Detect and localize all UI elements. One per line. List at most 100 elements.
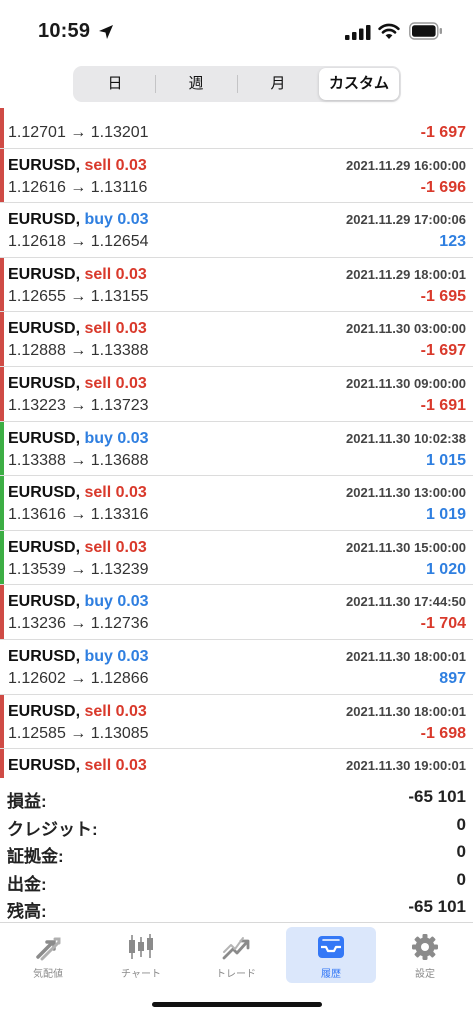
tab-settings[interactable]: 設定 bbox=[380, 927, 470, 983]
trade-side: buy 0.03 bbox=[84, 593, 149, 611]
trade-time: 2021.11.29 16:00:00 bbox=[346, 157, 466, 173]
trade-result-bar bbox=[0, 694, 4, 749]
chart-candles-icon bbox=[129, 934, 153, 959]
trade-side: sell 0.03 bbox=[84, 374, 147, 392]
trade-row[interactable]: EURUSD, sell 0.03 2021.11.30 18:00:01 1.12… bbox=[0, 694, 473, 750]
trade-row[interactable]: EURUSD, sell 0.03 2021.11.30 03:00:00 1.12… bbox=[0, 312, 473, 367]
tab-history[interactable]: 履歴 bbox=[286, 927, 376, 983]
trade-result-bar bbox=[0, 476, 4, 530]
trade-time: 2021.11.30 18:00:01 bbox=[346, 703, 466, 719]
trade-symbol: EURUSD, buy 0.03 bbox=[8, 593, 149, 611]
wifi-icon bbox=[378, 23, 400, 39]
trade-symbol-text: EURUSD, bbox=[8, 320, 81, 338]
trade-side: buy 0.03 bbox=[84, 647, 149, 665]
tab-label: 気配値 bbox=[33, 969, 63, 980]
trade-prices: 1.13236 → 1.12736 bbox=[8, 615, 149, 633]
trade-icon bbox=[222, 937, 250, 960]
trade-time: 2021.11.30 03:00:00 bbox=[346, 321, 466, 337]
trade-result-bar bbox=[0, 257, 4, 312]
trade-symbol: EURUSD, sell 0.03 bbox=[8, 703, 147, 721]
trade-result-bar bbox=[0, 312, 4, 366]
status-time: 10:59 bbox=[38, 20, 91, 42]
trade-symbol: EURUSD, sell 0.03 bbox=[8, 320, 147, 338]
summary-row-withdrawal: 出金: 0 bbox=[0, 867, 473, 895]
trade-prices: 1.13616 → 1.13316 bbox=[8, 506, 149, 524]
trade-time: 2021.11.29 18:00:01 bbox=[346, 266, 466, 282]
trade-time: 2021.11.30 17:44:50 bbox=[346, 594, 466, 610]
trade-row[interactable]: EURUSD, sell 0.032021.11.30 19:00:011.12… bbox=[0, 749, 473, 778]
trade-history-list[interactable]: 1.12701 → 1.13201 -1 697 EURUSD, sell 0.… bbox=[0, 108, 473, 778]
trade-symbol: EURUSD, sell 0.03 bbox=[8, 375, 147, 393]
trade-symbol: EURUSD, buy 0.03 bbox=[8, 430, 149, 448]
trade-symbol: EURUSD, buy 0.03 bbox=[8, 648, 149, 666]
trade-symbol-text: EURUSD, bbox=[8, 647, 81, 665]
trade-profit: -1 696 bbox=[420, 178, 466, 196]
trade-row[interactable]: EURUSD, buy 0.03 2021.11.30 10:02:38 1.133… bbox=[0, 421, 473, 477]
account-summary: 損益: -65 101 クレジット: 0 証拠金: 0 出金: 0 残高: -6… bbox=[0, 784, 473, 922]
trade-prices: 1.12616 → 1.13116 bbox=[8, 178, 148, 196]
trade-row[interactable]: EURUSD, sell 0.03 2021.11.30 15:00:00 1.13… bbox=[0, 530, 473, 586]
tab-chart[interactable]: チャート bbox=[96, 927, 186, 983]
trade-profit: -1 695 bbox=[420, 287, 466, 305]
trade-profit: -1 697 bbox=[420, 124, 466, 141]
trade-row-partial[interactable]: 1.12701 → 1.13201 -1 697 bbox=[0, 108, 473, 149]
trade-prices: 1.12888 → 1.13388 bbox=[8, 342, 149, 360]
period-tab-day[interactable]: 日 bbox=[75, 68, 155, 100]
trade-time: 2021.11.30 15:00:00 bbox=[346, 539, 466, 555]
trade-side: sell 0.03 bbox=[84, 702, 147, 720]
trade-symbol-text: EURUSD, bbox=[8, 484, 81, 502]
trade-prices: 1.13539 → 1.13239 bbox=[8, 560, 149, 578]
trade-time: 2021.11.30 10:02:38 bbox=[346, 430, 466, 446]
trade-profit: 1 015 bbox=[425, 451, 466, 469]
trade-row[interactable]: EURUSD, buy 0.03 2021.11.30 17:44:50 1.132… bbox=[0, 585, 473, 640]
trade-symbol-text: EURUSD, bbox=[8, 211, 81, 229]
trade-profit: 1 020 bbox=[425, 560, 466, 578]
trade-symbol-text: EURUSD, bbox=[8, 265, 81, 283]
trade-side: sell 0.03 bbox=[84, 484, 147, 502]
trade-side: sell 0.03 bbox=[84, 320, 147, 338]
period-tab-month[interactable]: 月 bbox=[238, 68, 318, 100]
tab-trade[interactable]: トレード bbox=[191, 927, 281, 983]
trade-result-bar bbox=[0, 148, 4, 203]
trade-profit: -1 704 bbox=[420, 615, 466, 633]
trade-row[interactable]: EURUSD, sell 0.03 2021.11.29 16:00:00 1.12… bbox=[0, 148, 473, 204]
status-bar: 10:59 bbox=[0, 0, 473, 62]
tab-label: トレード bbox=[216, 969, 256, 980]
trade-side: sell 0.03 bbox=[84, 757, 147, 775]
trade-prices: 1.13223 → 1.13723 bbox=[8, 396, 149, 414]
period-tab-custom[interactable]: カスタム bbox=[319, 68, 399, 100]
trade-prices: 1.12618 → 1.12654 bbox=[8, 233, 149, 251]
trade-side: sell 0.03 bbox=[84, 156, 147, 174]
summary-label: 残高: bbox=[7, 902, 47, 921]
summary-value: -65 101 bbox=[408, 787, 466, 806]
trade-row[interactable]: EURUSD, buy 0.03 2021.11.30 18:00:01 1.126… bbox=[0, 640, 473, 695]
trade-symbol: EURUSD, buy 0.03 bbox=[8, 211, 149, 229]
trade-symbol-text: EURUSD, bbox=[8, 593, 81, 611]
location-arrow-icon bbox=[99, 25, 113, 39]
summary-label: 出金: bbox=[7, 874, 47, 894]
trade-row[interactable]: EURUSD, sell 0.03 2021.11.30 13:00:00 1.13… bbox=[0, 476, 473, 531]
trade-result-bar bbox=[0, 585, 4, 639]
tab-quotes[interactable]: 気配値 bbox=[3, 927, 93, 983]
trade-symbol-text: EURUSD, bbox=[8, 538, 81, 556]
trade-side: buy 0.03 bbox=[84, 429, 149, 447]
trade-row[interactable]: EURUSD, buy 0.03 2021.11.29 17:00:06 1.126… bbox=[0, 203, 473, 258]
summary-row-credit: クレジット: 0 bbox=[0, 812, 473, 840]
trade-row[interactable]: EURUSD, sell 0.03 2021.11.29 18:00:01 1.12… bbox=[0, 257, 473, 313]
trade-result-bar bbox=[0, 108, 4, 148]
tab-label: チャート bbox=[121, 969, 161, 980]
trade-result-bar bbox=[0, 640, 4, 694]
tab-label: 設定 bbox=[415, 969, 435, 980]
period-tab-week[interactable]: 週 bbox=[156, 68, 236, 100]
trade-profit: -1 697 bbox=[420, 342, 466, 360]
trade-symbol-text: EURUSD, bbox=[8, 429, 81, 447]
trade-result-bar bbox=[0, 366, 4, 421]
trade-time: 2021.11.29 17:00:06 bbox=[346, 212, 466, 228]
quotes-icon bbox=[36, 937, 61, 961]
trade-prices: 1.13388 → 1.13688 bbox=[8, 451, 149, 469]
trade-row[interactable]: EURUSD, sell 0.03 2021.11.30 09:00:00 1.13… bbox=[0, 366, 473, 422]
trade-side: sell 0.03 bbox=[84, 538, 147, 556]
summary-label: クレジット: bbox=[7, 819, 98, 839]
trade-symbol: EURUSD, sell 0.03 bbox=[8, 157, 147, 175]
summary-label: 証拠金: bbox=[7, 847, 64, 866]
